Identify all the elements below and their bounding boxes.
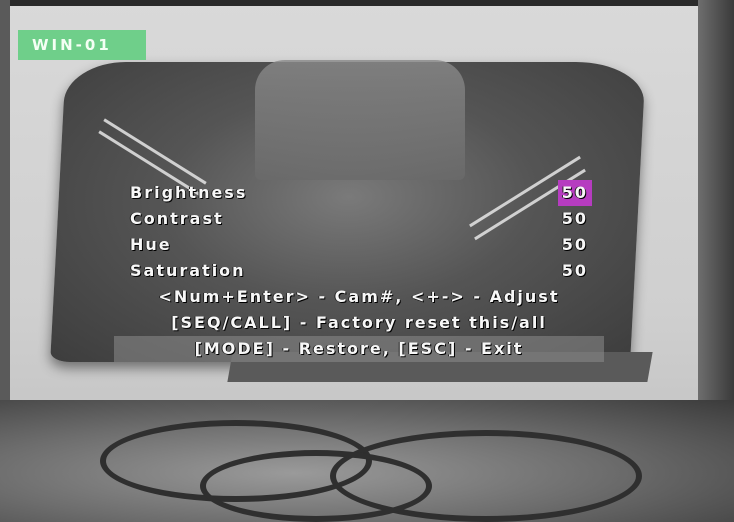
menu-item-hue[interactable]: Hue 50	[114, 232, 604, 258]
menu-item-contrast[interactable]: Contrast 50	[114, 206, 604, 232]
background-post	[698, 0, 734, 400]
menu-item-label: Hue	[130, 235, 172, 254]
cables-floor	[0, 400, 734, 522]
help-line-restore-exit: [MODE] - Restore, [ESC] - Exit	[114, 336, 604, 362]
menu-item-value: 50	[561, 261, 588, 280]
osd-settings-menu: Brightness 50 Contrast 50 Hue 50 Saturat…	[114, 180, 604, 362]
camera-screen: WIN-01 Brightness 50 Contrast 50 Hue 50 …	[0, 0, 734, 522]
menu-item-value: 50	[557, 180, 592, 206]
help-line-adjust: <Num+Enter> - Cam#, <+-> - Adjust	[158, 287, 560, 306]
menu-item-label: Saturation	[130, 261, 246, 280]
menu-item-brightness[interactable]: Brightness 50	[114, 180, 604, 206]
help-line-factory-reset: [SEQ/CALL] - Factory reset this/all	[171, 313, 547, 332]
screen-top-edge	[0, 0, 734, 6]
jacket-collar	[255, 60, 465, 180]
menu-item-label: Brightness	[130, 183, 248, 202]
window-label: WIN-01	[18, 30, 146, 60]
menu-item-saturation[interactable]: Saturation 50	[114, 258, 604, 284]
menu-item-value: 50	[561, 209, 588, 228]
menu-item-value: 50	[561, 235, 588, 254]
cable-loop	[200, 450, 432, 522]
menu-item-label: Contrast	[130, 209, 224, 228]
